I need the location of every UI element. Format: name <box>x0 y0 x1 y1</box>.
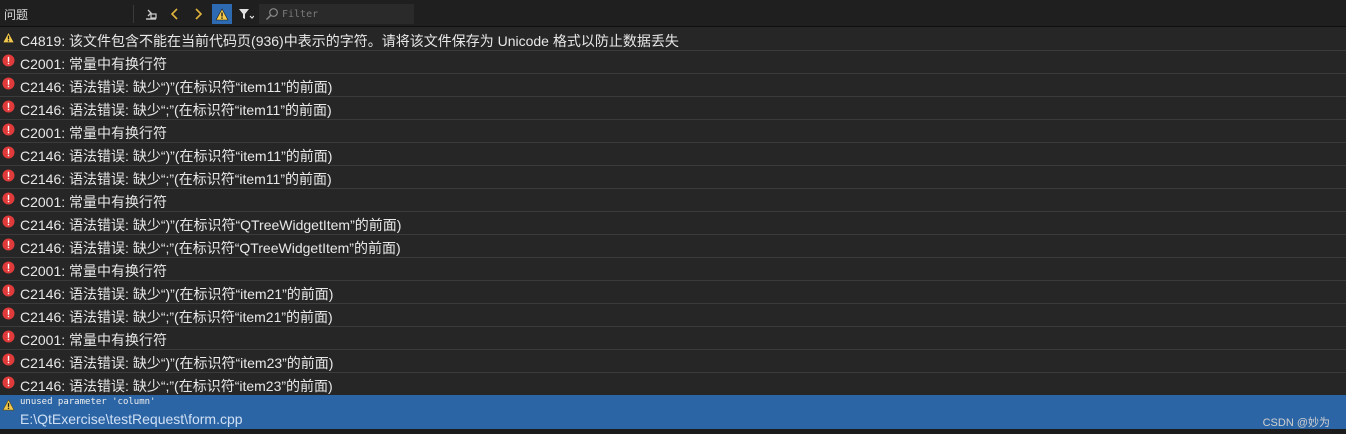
issue-text: C4819: 该文件包含不能在当前代码页(936)中表示的字符。请将该文件保存为… <box>20 33 679 49</box>
issue-text: C2001: 常量中有换行符 <box>20 263 168 279</box>
issue-row[interactable]: C2146: 语法错误: 缺少“)”(在标识符“item11”的前面) <box>0 74 1346 97</box>
chevron-left-icon <box>170 8 178 20</box>
clear-issues-button[interactable] <box>141 4 161 24</box>
error-icon <box>2 238 15 251</box>
selected-issue-message: unused parameter 'column' <box>20 397 156 407</box>
issue-text: C2146: 语法错误: 缺少“;”(在标识符“item23”的前面) <box>20 378 333 394</box>
funnel-icon <box>239 9 254 19</box>
issue-row[interactable]: C2146: 语法错误: 缺少“;”(在标识符“item11”的前面) <box>0 166 1346 189</box>
panel-title: 问题 <box>4 8 29 22</box>
error-icon <box>2 123 15 136</box>
watermark: CSDN @妙为 <box>1262 417 1330 429</box>
error-icon <box>2 169 15 182</box>
filter-box <box>259 4 414 24</box>
issue-row[interactable]: C2001: 常量中有换行符 <box>0 327 1346 350</box>
issue-row[interactable]: C2146: 语法错误: 缺少“)”(在标识符“item11”的前面) <box>0 143 1346 166</box>
warning-icon <box>2 399 15 411</box>
issue-text: C2146: 语法错误: 缺少“;”(在标识符“QTreeWidgetItem”… <box>20 240 401 256</box>
issue-text: C2146: 语法错误: 缺少“)”(在标识符“item11”的前面) <box>20 79 333 95</box>
issue-row[interactable]: C2146: 语法错误: 缺少“;”(在标识符“item21”的前面) <box>0 304 1346 327</box>
issue-text: C2146: 语法错误: 缺少“;”(在标识符“item11”的前面) <box>20 171 332 187</box>
issue-text: C2146: 语法错误: 缺少“)”(在标识符“item11”的前面) <box>20 148 333 164</box>
error-icon <box>2 330 15 343</box>
issue-row[interactable]: C2146: 语法错误: 缺少“;”(在标识符“item23”的前面) <box>0 373 1346 396</box>
warning-icon <box>215 7 229 20</box>
warnings-toggle-button[interactable] <box>212 4 232 24</box>
error-icon <box>2 192 15 205</box>
toolbar-separator <box>133 5 134 23</box>
search-icon <box>266 8 278 20</box>
issue-text: C2001: 常量中有换行符 <box>20 56 168 72</box>
issue-text: C2001: 常量中有换行符 <box>20 125 168 141</box>
next-issue-button[interactable] <box>188 4 208 24</box>
selected-issue-file: E:\QtExercise\testRequest\form.cpp <box>20 411 243 427</box>
issues-toolbar: 问题 <box>0 0 1346 27</box>
issue-text: C2146: 语法错误: 缺少“)”(在标识符“item23”的前面) <box>20 355 334 371</box>
filter-button[interactable] <box>236 4 256 24</box>
issue-text: C2001: 常量中有换行符 <box>20 194 168 210</box>
issue-row[interactable]: C2001: 常量中有换行符 <box>0 189 1346 212</box>
issue-text: C2146: 语法错误: 缺少“)”(在标识符“QTreeWidgetItem”… <box>20 217 402 233</box>
bottom-strip <box>0 429 1346 434</box>
error-icon <box>2 261 15 274</box>
issue-text: C2146: 语法错误: 缺少“)”(在标识符“item21”的前面) <box>20 286 334 302</box>
issue-row[interactable]: C2001: 常量中有换行符 <box>0 120 1346 143</box>
issue-row[interactable]: C2146: 语法错误: 缺少“)”(在标识符“QTreeWidgetItem”… <box>0 212 1346 235</box>
chevron-right-icon <box>195 8 203 20</box>
issue-text: C2146: 语法错误: 缺少“;”(在标识符“item21”的前面) <box>20 309 333 325</box>
issue-text: C2146: 语法错误: 缺少“;”(在标识符“item11”的前面) <box>20 102 332 118</box>
error-icon <box>2 146 15 159</box>
error-icon <box>2 376 15 389</box>
issue-text: C2001: 常量中有换行符 <box>20 332 168 348</box>
filter-input[interactable] <box>282 8 402 20</box>
issues-list: C4819: 该文件包含不能在当前代码页(936)中表示的字符。请将该文件保存为… <box>0 28 1346 396</box>
issue-row[interactable]: C2146: 语法错误: 缺少“)”(在标识符“item23”的前面) <box>0 350 1346 373</box>
issue-row[interactable]: C2001: 常量中有换行符 <box>0 51 1346 74</box>
error-icon <box>2 307 15 320</box>
error-icon <box>2 54 15 67</box>
warning-icon <box>2 31 15 43</box>
error-icon <box>2 353 15 366</box>
clear-icon <box>146 9 157 20</box>
error-icon <box>2 100 15 113</box>
issue-row[interactable]: C4819: 该文件包含不能在当前代码页(936)中表示的字符。请将该文件保存为… <box>0 28 1346 51</box>
error-icon <box>2 284 15 297</box>
previous-issue-button[interactable] <box>165 4 185 24</box>
issue-row[interactable]: C2146: 语法错误: 缺少“;”(在标识符“QTreeWidgetItem”… <box>0 235 1346 258</box>
error-icon <box>2 77 15 90</box>
issue-row[interactable]: C2001: 常量中有换行符 <box>0 258 1346 281</box>
issue-row[interactable]: C2146: 语法错误: 缺少“;”(在标识符“item11”的前面) <box>0 97 1346 120</box>
selected-issue-row[interactable]: unused parameter 'column' E:\QtExercise\… <box>0 395 1346 429</box>
error-icon <box>2 215 15 228</box>
issue-row[interactable]: C2146: 语法错误: 缺少“)”(在标识符“item21”的前面) <box>0 281 1346 304</box>
